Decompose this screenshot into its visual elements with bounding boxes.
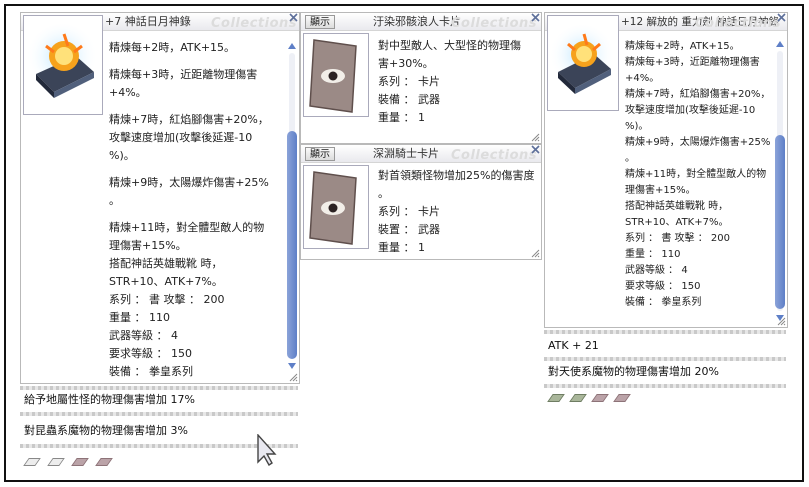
close-icon[interactable] — [289, 13, 298, 22]
card-slot-row — [20, 455, 140, 471]
close-icon[interactable] — [531, 145, 540, 154]
vertical-scrollbar[interactable] — [774, 39, 786, 323]
card-eye-icon — [304, 166, 368, 248]
show-button[interactable]: 顯示 — [305, 15, 335, 29]
card-image — [303, 165, 369, 249]
resize-grip-icon[interactable] — [530, 248, 540, 258]
item-description-window-left: +7 神話日月神錄 Collections 精煉每+2時，ATK+15。 精煉每… — [20, 12, 300, 384]
scrollbar-thumb[interactable] — [287, 131, 297, 359]
card-slot[interactable] — [47, 458, 65, 466]
resize-grip-icon[interactable] — [776, 316, 786, 326]
divider — [544, 330, 786, 334]
watermark-text: Collections — [451, 148, 538, 163]
card-slot[interactable] — [23, 458, 41, 466]
watermark-text: Collections — [211, 16, 298, 31]
card-slot[interactable] — [569, 394, 587, 402]
scroll-up-icon[interactable] — [287, 41, 297, 51]
scroll-up-icon[interactable] — [775, 39, 785, 49]
watermark-text: Collections — [695, 16, 782, 31]
card-slot[interactable] — [71, 458, 89, 466]
card-title: 汙染邪骸浪人卡片 — [373, 15, 461, 28]
card-slot-row — [544, 391, 664, 407]
card-slot[interactable] — [547, 394, 565, 402]
item-description-window-right: +12 解放的 重力劍 神話日月神錄 Collections 精煉每+2時，AT… — [544, 12, 788, 328]
card-window-2: 顯示 深淵騎士卡片 Collections 對首領類怪物增加25%的傷害度 。 … — [300, 144, 542, 260]
close-icon[interactable] — [777, 13, 786, 22]
item-description-text: 精煉每+2時，ATK+15。 精煉每+3時，近距離物理傷害 +4%。 精煉+7時… — [109, 41, 269, 378]
resize-grip-icon[interactable] — [530, 132, 540, 142]
mouse-cursor-icon — [257, 434, 277, 466]
divider — [20, 412, 298, 416]
card-description-text: 對首領類怪物增加25%的傷害度 。 系列 ： 卡片 裝置 ： 武器 重量 ： 1 — [378, 169, 535, 254]
divider — [544, 384, 786, 388]
window-title-bar[interactable]: 顯示 深淵騎士卡片 Collections — [301, 145, 541, 163]
card-eye-icon — [304, 34, 368, 116]
card-slot[interactable] — [591, 394, 609, 402]
scroll-down-icon[interactable] — [287, 361, 297, 371]
sun-book-icon — [549, 25, 615, 94]
random-option-line: 給予地屬性怪的物理傷害增加 17% — [20, 390, 298, 409]
vertical-scrollbar[interactable] — [286, 41, 298, 371]
show-button[interactable]: 顯示 — [305, 147, 335, 161]
card-image — [303, 33, 369, 117]
random-option-line: ATK + 21 — [544, 336, 786, 355]
sun-book-icon — [26, 24, 98, 98]
card-title: 深淵騎士卡片 — [373, 147, 439, 160]
watermark-text: Collections — [451, 16, 538, 31]
item-image — [547, 15, 619, 111]
card-slot[interactable] — [613, 394, 631, 402]
window-title-bar[interactable]: 顯示 汙染邪骸浪人卡片 Collections — [301, 13, 541, 31]
card-slot[interactable] — [95, 458, 113, 466]
card-window-1: 顯示 汙染邪骸浪人卡片 Collections 對中型敵人、大型怪的物理傷 害+… — [300, 12, 542, 144]
card-description-text: 對中型敵人、大型怪的物理傷 害+30%。 系列 ： 卡片 裝備 ： 武器 重量 … — [378, 39, 521, 124]
item-title: +7 神話日月神錄 — [105, 15, 191, 28]
item-description-text: 精煉每+2時，ATK+15。 精煉每+3時，近距離物理傷害 +4%。 精煉+7時… — [625, 41, 771, 308]
close-icon[interactable] — [531, 13, 540, 22]
random-option-line: 對天使系魔物的物理傷害增加 20% — [544, 362, 786, 381]
resize-grip-icon[interactable] — [288, 372, 298, 382]
item-image — [23, 15, 103, 115]
scrollbar-thumb[interactable] — [775, 135, 785, 309]
divider — [544, 357, 786, 361]
